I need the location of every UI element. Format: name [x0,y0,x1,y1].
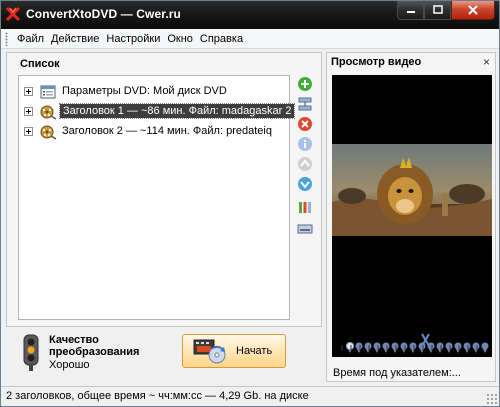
convert-dvd-icon [193,339,226,364]
minimize-icon [406,11,415,13]
preview-close-icon[interactable]: × [483,55,490,69]
tree-row-title-2[interactable]: Заголовок 2 — ~114 мин. Файл: predateiq [19,122,289,142]
quality-value: Хорошо [49,359,90,371]
status-bar: 2 заголовков, общее время ~ чч:мм:сс — 4… [1,386,499,406]
quality-label: Качество преобразования [49,334,139,358]
title-reel-icon [40,125,57,140]
app-window: ConvertXtoDVD — Cwer.ru Файл Действие На… [0,0,500,407]
maximize-icon [432,5,443,14]
menu-window[interactable]: Окно [164,33,196,45]
timeline-ruler[interactable] [340,343,485,353]
expand-icon[interactable] [24,107,33,116]
preview-panel: Просмотр видео × Время под указателем:..… [326,52,496,382]
minimize-button[interactable] [397,1,424,20]
quality-label-line2: преобразования [49,346,140,358]
menu-file[interactable]: Файл [14,33,47,45]
info-icon[interactable] [297,136,313,152]
title-bar[interactable]: ConvertXtoDVD — Cwer.ru [1,1,499,29]
quality-label-line1: Качество [49,334,99,346]
close-icon [468,5,478,15]
list-panel: Список Параметры DVD: Мой диск DVD Загол… [6,52,322,327]
start-button-label: Начать [236,345,273,357]
tree-row-label: Параметры DVD: Мой диск DVD [62,85,227,97]
video-preview[interactable] [332,75,492,357]
tree-row-label: Заголовок 1 — ~86 мин. Файл: madagaskar … [58,103,296,119]
caption-buttons [397,1,495,21]
maximize-button[interactable] [424,1,451,20]
resize-grip-icon[interactable] [486,393,497,404]
move-down-icon[interactable] [297,176,313,192]
merge-icon[interactable] [297,96,313,112]
menu-action[interactable]: Действие [48,33,102,45]
expand-icon[interactable] [24,87,33,96]
remove-icon[interactable] [297,116,313,132]
list-panel-title: Список [20,58,60,70]
tree-row-label: Заголовок 2 — ~114 мин. Файл: predateiq [62,125,272,137]
app-logo-icon [5,6,21,22]
video-frame-image [332,144,492,236]
tree-row-dvd-settings[interactable]: Параметры DVD: Мой диск DVD [19,82,289,102]
add-icon[interactable] [297,76,313,92]
preview-title: Просмотр видео [331,56,422,68]
close-button[interactable] [451,1,495,20]
menu-bar: Файл Действие Настройки Окно Справка [1,29,499,49]
title-reel-icon [40,105,57,120]
pointer-time-label: Время под указателем:... [333,367,461,379]
expand-icon[interactable] [24,127,33,136]
menu-help[interactable]: Справка [197,33,246,45]
project-tree[interactable]: Параметры DVD: Мой диск DVD Заголовок 1 … [18,75,296,320]
subtitles-icon[interactable] [297,221,313,237]
move-up-icon[interactable] [297,156,313,172]
start-button[interactable]: Начать [182,334,286,368]
dvd-settings-icon [40,85,56,99]
toolbar-grip-icon[interactable] [5,31,8,46]
tree-row-title-1[interactable]: Заголовок 1 — ~86 мин. Файл: madagaskar … [19,102,296,122]
traffic-light-icon [23,334,39,371]
menu-settings[interactable]: Настройки [103,33,163,45]
trim-icon[interactable] [297,199,313,215]
status-text: 2 заголовков, общее время ~ чч:мм:сс — 4… [6,390,309,402]
window-title: ConvertXtoDVD — Cwer.ru [26,7,181,21]
